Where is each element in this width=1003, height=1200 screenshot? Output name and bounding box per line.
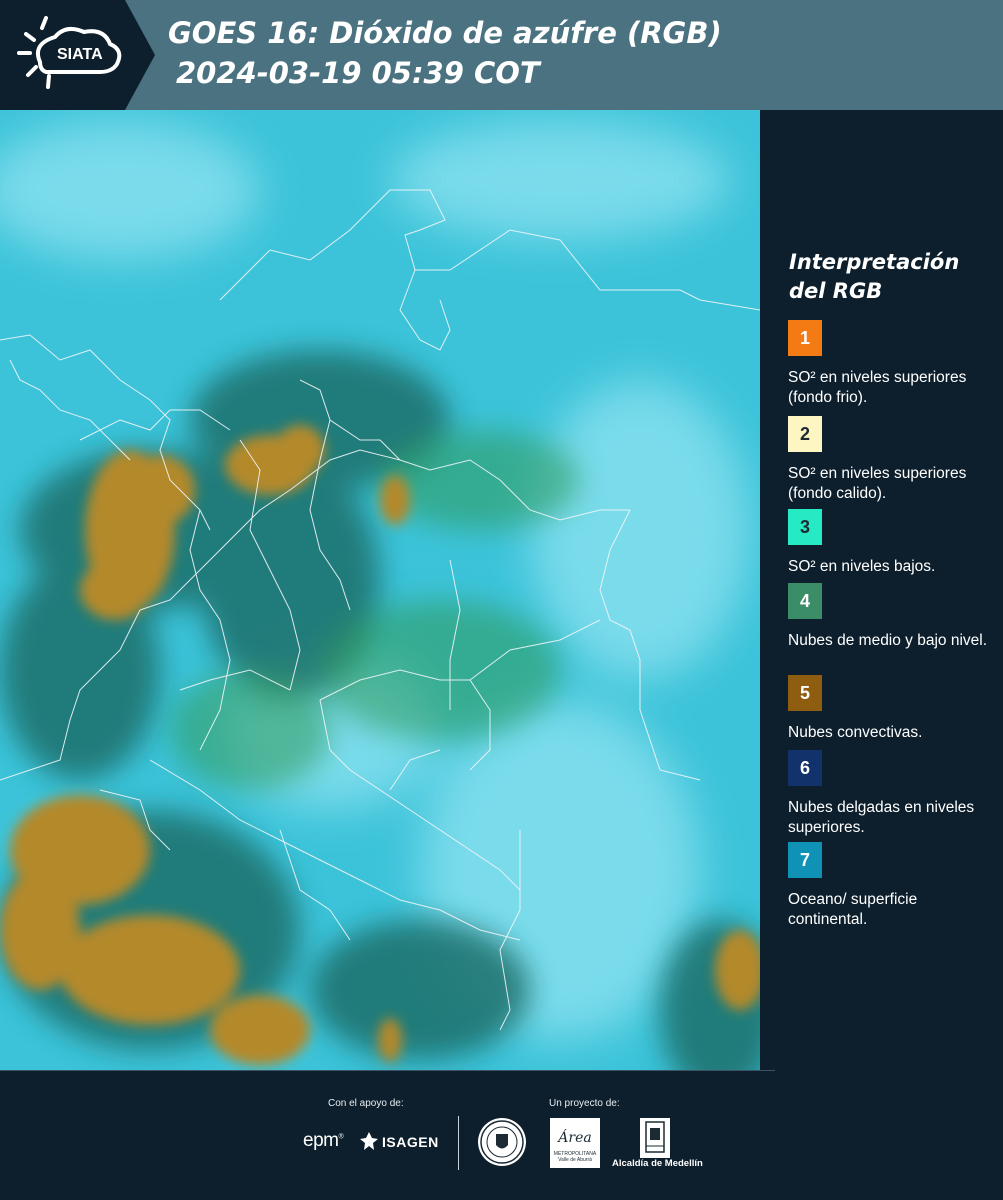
legend-number: 7 [799,849,810,870]
footer-divider [458,1116,459,1170]
legend-text: Oceano/ superficie continental. [788,891,918,928]
legend-swatch: 4 [788,583,822,619]
legend-item: 3 SO² en niveles bajos. [788,509,998,577]
legend-number: 1 [799,327,810,348]
epm-logo-text: epm [303,1130,339,1151]
legend-item: 5 Nubes convectivas. [788,675,998,743]
support-label: Con el apoyo de: [328,1098,404,1109]
legend-title-line1: Interpretación [789,250,960,274]
legend-swatch: 6 [788,750,822,786]
epm-logo: epm® [303,1130,344,1151]
legend-swatch: 3 [788,509,822,545]
alcaldia-emblem-icon [640,1118,670,1158]
header-bar: SIATA GOES 16: Dióxido de azúfre (RGB) 2… [0,0,1003,110]
legend-text: SO² en niveles bajos. [788,558,936,575]
legend-item: 1 SO² en niveles superiores (fondo frio)… [788,320,998,408]
isagen-icon [360,1132,378,1150]
footer: Con el apoyo de: Un proyecto de: epm® IS… [0,1070,1003,1200]
legend-title: Interpretación del RGB [789,248,989,306]
legend-number: 4 [799,590,810,611]
legend-text: Nubes delgadas en niveles superiores. [788,799,975,836]
siata-logo: SIATA [0,0,155,110]
legend-text: SO² en niveles superiores (fondo calido)… [788,465,967,502]
footer-divider-line [0,1070,775,1071]
satellite-map [0,110,760,1070]
isagen-logo: ISAGEN [382,1134,439,1150]
legend-text: Nubes de medio y bajo nivel. [788,632,988,649]
medellin-seal-icon [478,1118,526,1166]
logo-text: SIATA [57,46,103,63]
legend-swatch: 1 [788,320,822,356]
legend-item: 6 Nubes delgadas en niveles superiores. [788,750,998,838]
alcaldia-label: Alcaldía de Medellín [612,1158,703,1169]
legend-item: 4 Nubes de medio y bajo nivel. [788,583,998,651]
legend-number: 2 [799,423,810,444]
legend-swatch: 5 [788,675,822,711]
legend-text: Nubes convectivas. [788,724,923,741]
legend-number: 6 [799,757,810,778]
area-metropolitana-logo: Área METROPOLITANA Valle de Aburrá [550,1118,600,1168]
legend-swatch: 2 [788,416,822,452]
legend-title-line2: del RGB [789,279,883,303]
project-label: Un proyecto de: [549,1098,620,1109]
legend-swatch: 7 [788,842,822,878]
page-timestamp: 2024-03-19 05:39 COT [176,56,540,90]
legend-number: 3 [799,516,810,537]
legend-text: SO² en niveles superiores (fondo frio). [788,369,967,406]
legend-number: 5 [799,682,810,703]
legend-item: 2 SO² en niveles superiores (fondo calid… [788,416,998,504]
legend-item: 7 Oceano/ superficie continental. [788,842,998,930]
legend-panel: Interpretación del RGB 1 SO² en niveles … [760,110,1003,1070]
area-logo-text: Área [558,1130,592,1146]
area-logo-subtext: METROPOLITANA Valle de Aburrá [553,1151,597,1163]
page-title: GOES 16: Dióxido de azúfre (RGB) [168,16,722,50]
